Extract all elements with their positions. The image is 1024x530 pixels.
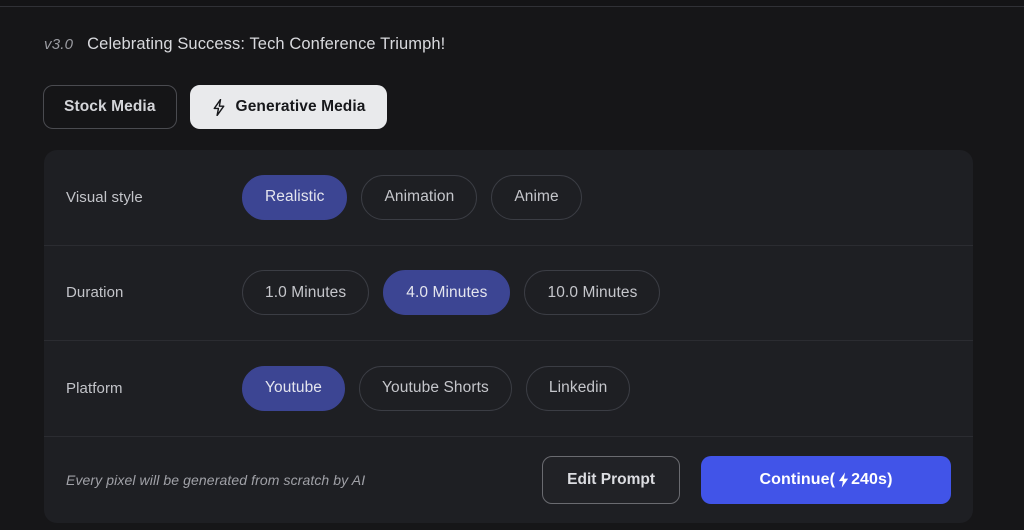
bolt-icon [836, 471, 850, 488]
duration-option-10-minutes[interactable]: 10.0 Minutes [524, 270, 660, 315]
duration-option-4-minutes[interactable]: 4.0 Minutes [383, 270, 510, 315]
option-label-platform: Platform [66, 380, 242, 397]
page-title: Celebrating Success: Tech Conference Tri… [87, 35, 445, 54]
visual-style-option-realistic[interactable]: Realistic [242, 175, 347, 220]
option-label-duration: Duration [66, 284, 242, 301]
continue-button-prefix: Continue( [760, 471, 836, 489]
version-label: v3.0 [44, 36, 73, 53]
duration-option-1-minutes[interactable]: 1.0 Minutes [242, 270, 369, 315]
option-choices-visual-style: Realistic Animation Anime [242, 175, 582, 220]
generation-settings-panel: Visual style Realistic Animation Anime D… [44, 150, 973, 523]
footer-actions: Edit Prompt Continue( 240s ) [542, 456, 951, 504]
media-source-tabs: Stock Media Generative Media [43, 85, 387, 129]
app-screen: v3.0 Celebrating Success: Tech Conferenc… [0, 7, 1024, 530]
platform-option-linkedin[interactable]: Linkedin [526, 366, 631, 411]
continue-button[interactable]: Continue( 240s ) [701, 456, 951, 504]
continue-button-suffix: ) [887, 471, 892, 489]
edit-prompt-button[interactable]: Edit Prompt [542, 456, 680, 504]
option-row-platform: Platform Youtube Youtube Shorts Linkedin [44, 341, 973, 437]
page-header: v3.0 Celebrating Success: Tech Conferenc… [44, 35, 445, 54]
visual-style-option-animation[interactable]: Animation [361, 175, 477, 220]
tab-generative-media[interactable]: Generative Media [190, 85, 387, 129]
visual-style-option-anime[interactable]: Anime [491, 175, 581, 220]
tab-stock-media[interactable]: Stock Media [43, 85, 177, 129]
option-row-visual-style: Visual style Realistic Animation Anime [44, 150, 973, 246]
option-choices-platform: Youtube Youtube Shorts Linkedin [242, 366, 630, 411]
platform-option-youtube[interactable]: Youtube [242, 366, 345, 411]
panel-footer: Every pixel will be generated from scrat… [44, 437, 973, 523]
option-label-visual-style: Visual style [66, 189, 242, 206]
footer-note: Every pixel will be generated from scrat… [66, 472, 365, 488]
option-row-duration: Duration 1.0 Minutes 4.0 Minutes 10.0 Mi… [44, 246, 973, 342]
bolt-icon [211, 98, 227, 116]
edit-prompt-button-label: Edit Prompt [567, 471, 655, 489]
platform-option-youtube-shorts[interactable]: Youtube Shorts [359, 366, 512, 411]
continue-button-cost: 240s [851, 471, 887, 489]
tab-generative-media-label: Generative Media [236, 98, 366, 116]
option-choices-duration: 1.0 Minutes 4.0 Minutes 10.0 Minutes [242, 270, 660, 315]
tab-stock-media-label: Stock Media [64, 98, 156, 116]
